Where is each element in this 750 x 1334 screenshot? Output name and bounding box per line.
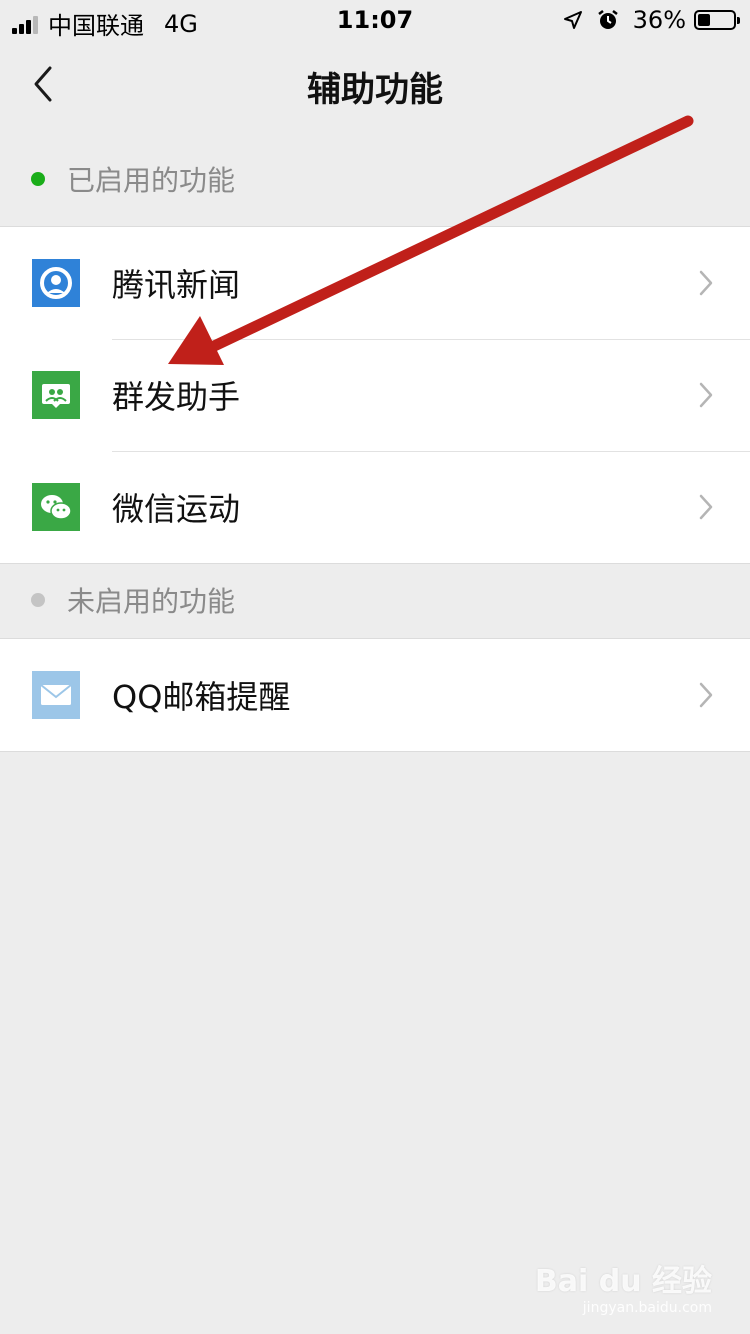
list-item-label: 腾讯新闻 [112, 266, 241, 304]
status-dot-disabled [31, 593, 45, 607]
chevron-right-icon [699, 494, 713, 520]
status-bar: 中国联通 4G 11:07 36% [0, 0, 750, 40]
baidu-jingyan-watermark: Bai du 经验 jingyan.baidu.com [535, 1256, 712, 1316]
watermark-logo: Bai du 经验 [534, 1264, 712, 1299]
section-label: 已启用的功能 [67, 164, 236, 197]
disabled-features-list: QQ邮箱提醒 [0, 638, 750, 752]
status-dot-enabled [31, 172, 45, 186]
chevron-right-icon [699, 682, 713, 708]
list-item-label: QQ邮箱提醒 [112, 678, 291, 716]
section-label: 未启用的功能 [67, 585, 236, 618]
battery-icon [694, 10, 740, 30]
location-arrow-icon [563, 11, 582, 29]
tencent-news-icon [32, 259, 80, 307]
wechat-icon [32, 483, 80, 531]
section-header-enabled: 已启用的功能 [0, 149, 750, 209]
chevron-right-icon [699, 270, 713, 296]
list-item-label: 群发助手 [112, 378, 241, 416]
list-item-wechat-sport[interactable]: 微信运动 [0, 451, 750, 563]
watermark-url: jingyan.baidu.com [582, 1300, 712, 1316]
list-item-mass-message[interactable]: 群发助手 [0, 339, 750, 451]
list-item-tencent-news[interactable]: 腾讯新闻 [0, 227, 750, 339]
page-title: 辅助功能 [307, 70, 443, 110]
navigation-bar: 辅助功能 [0, 40, 750, 128]
list-item-qq-mail[interactable]: QQ邮箱提醒 [0, 639, 750, 751]
enabled-features-list: 腾讯新闻 群发助手 微信运动 [0, 226, 750, 564]
alarm-icon [597, 10, 618, 29]
section-header-disabled: 未启用的功能 [0, 570, 750, 630]
mail-icon [32, 671, 80, 719]
battery-percent: 36% [632, 6, 686, 34]
chevron-right-icon [699, 382, 713, 408]
mass-message-icon [32, 371, 80, 419]
list-item-label: 微信运动 [112, 490, 241, 528]
